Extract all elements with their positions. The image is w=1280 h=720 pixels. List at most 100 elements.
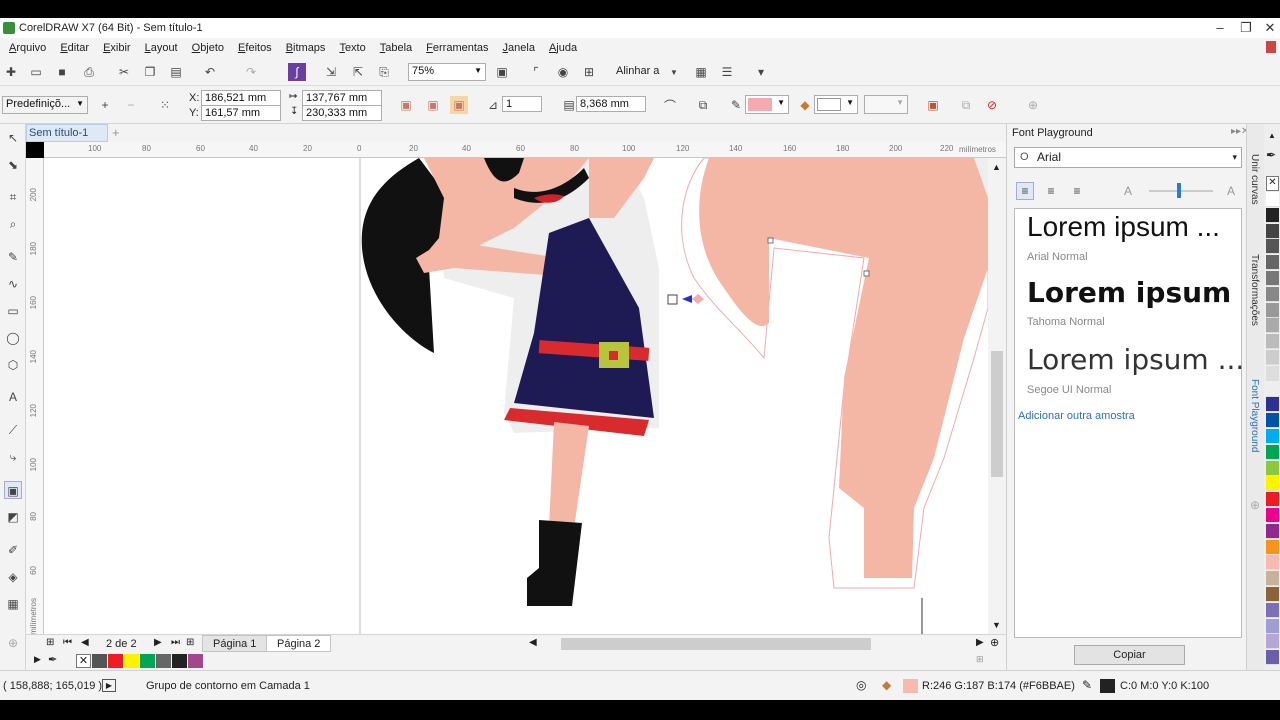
copy-button[interactable]: Copiar xyxy=(1074,645,1185,665)
export-icon[interactable]: ⇱ xyxy=(349,63,367,81)
menu-editar[interactable]: Editar xyxy=(53,42,96,54)
crop-tool-icon[interactable]: ⌗ xyxy=(4,188,22,206)
color-swatch[interactable] xyxy=(1266,318,1279,334)
horizontal-ruler[interactable]: 100 80 60 40 20 0 20 40 60 80 100 120 14… xyxy=(44,142,1006,158)
color-swatch[interactable] xyxy=(1266,508,1279,523)
publish-pdf-icon[interactable]: ⎘ xyxy=(375,63,393,81)
contour-steps-field[interactable]: 1 xyxy=(502,96,542,112)
horizontal-scroll-thumb[interactable] xyxy=(561,638,871,650)
fill-bucket-icon[interactable]: ◆ xyxy=(882,678,891,692)
paragraph-view-icon[interactable]: ≡ xyxy=(1042,182,1060,200)
color-swatch[interactable] xyxy=(1266,460,1279,476)
smart-fill-icon[interactable]: ▦ xyxy=(4,595,22,613)
scroll-up-icon[interactable]: ▲ xyxy=(992,162,1001,172)
color-swatch[interactable] xyxy=(1266,350,1279,365)
color-swatch[interactable] xyxy=(156,654,171,668)
scroll-left-icon[interactable]: ◀ xyxy=(529,637,537,648)
menu-arquivo[interactable]: Arquivo xyxy=(2,42,53,54)
import-icon[interactable]: ⇲ xyxy=(322,63,340,81)
color-swatch[interactable] xyxy=(1266,207,1279,223)
previous-page-icon[interactable]: ◀ xyxy=(81,637,89,648)
close-button[interactable]: ✕ xyxy=(1258,18,1280,38)
font-select[interactable]: O Arial ▾ xyxy=(1014,147,1242,168)
color-swatch[interactable] xyxy=(1266,650,1279,666)
color-swatch[interactable] xyxy=(124,654,139,668)
color-swatch[interactable] xyxy=(1266,587,1279,602)
single-line-view-icon[interactable]: ≡ xyxy=(1016,182,1034,200)
last-page-icon[interactable]: ⏭ xyxy=(171,637,180,648)
color-swatch[interactable] xyxy=(1266,634,1279,650)
menu-efeitos[interactable]: Efeitos xyxy=(231,42,279,54)
color-swatch[interactable] xyxy=(1266,476,1279,492)
menu-texto[interactable]: Texto xyxy=(332,42,372,54)
inside-contour-icon[interactable]: ▣ xyxy=(424,96,442,114)
palette-scroll-icon[interactable]: ⊞ xyxy=(976,654,984,665)
page-tab-1[interactable]: Página 1 xyxy=(202,635,268,652)
transparency-tool-icon[interactable]: ◩ xyxy=(4,508,22,526)
copy-contour-icon[interactable]: ▣ xyxy=(924,96,942,114)
menu-tabela[interactable]: Tabela xyxy=(373,42,419,54)
color-swatch[interactable] xyxy=(1266,618,1279,634)
cut-icon[interactable]: ✂ xyxy=(115,63,133,81)
tab-font-playground[interactable]: Font Playground xyxy=(1249,379,1260,452)
color-swatch[interactable] xyxy=(1266,397,1279,413)
remove-preset-icon[interactable]: − xyxy=(122,96,140,114)
color-swatch[interactable] xyxy=(1266,192,1279,207)
menu-ajuda[interactable]: Ajuda xyxy=(542,42,584,54)
contour-acceleration-icon[interactable]: ⧉ xyxy=(694,96,712,114)
outline-pen-icon[interactable]: ✎ xyxy=(1082,678,1092,692)
parallel-dimension-icon[interactable]: ⟋ xyxy=(4,421,22,439)
align-to-label[interactable]: Alinhar a xyxy=(616,65,659,77)
text-tool-icon[interactable]: A xyxy=(4,388,22,406)
object-properties-icon[interactable]: ⧉ xyxy=(957,96,975,114)
connector-tool-icon[interactable]: ⤷ xyxy=(4,448,22,466)
contour-to-center-icon[interactable]: ▣ xyxy=(397,96,415,114)
color-swatch[interactable] xyxy=(1266,492,1279,508)
user-icon[interactable] xyxy=(1266,41,1276,53)
zoom-in-text-icon[interactable]: A xyxy=(1222,182,1240,200)
vertical-ruler[interactable]: 200 180 160 140 120 100 80 60 milímetros xyxy=(26,158,44,635)
artistic-media-icon[interactable]: ∿ xyxy=(4,275,22,293)
preset-select[interactable]: Predefiniçõ... ▼ xyxy=(2,96,88,114)
customize-icon[interactable]: ▾ xyxy=(752,63,770,81)
color-swatch[interactable] xyxy=(1266,539,1279,555)
color-swatch[interactable] xyxy=(1266,571,1279,587)
options-icon[interactable]: ☰ xyxy=(718,63,736,81)
color-swatch[interactable] xyxy=(1266,523,1279,539)
color-swatch[interactable] xyxy=(1266,381,1279,397)
new-document-icon[interactable]: ✚ xyxy=(2,63,20,81)
color-swatch[interactable] xyxy=(172,654,187,668)
palette-expand-icon[interactable]: ▶ xyxy=(34,654,41,665)
freehand-tool-icon[interactable]: ✎ xyxy=(4,248,22,266)
menu-janela[interactable]: Janela xyxy=(496,42,542,54)
corner-type-icon[interactable]: ⌒ xyxy=(661,96,679,114)
color-swatch[interactable] xyxy=(1266,271,1279,286)
zoom-out-text-icon[interactable]: A xyxy=(1119,182,1137,200)
outside-contour-icon[interactable]: ▣ xyxy=(450,96,468,114)
color-swatch[interactable] xyxy=(1266,286,1279,302)
zoom-navigator-icon[interactable]: ⊕ xyxy=(990,636,999,649)
open-icon[interactable]: ▭ xyxy=(27,63,45,81)
color-swatch[interactable] xyxy=(92,654,107,668)
palette-eyedropper-icon[interactable]: ✒ xyxy=(1266,148,1276,162)
color-swatch[interactable] xyxy=(1266,413,1279,429)
show-grid-icon[interactable]: ◉ xyxy=(554,63,572,81)
color-swatch[interactable] xyxy=(1266,602,1279,618)
color-swatch[interactable] xyxy=(1266,444,1279,460)
menu-ferramentas[interactable]: Ferramentas xyxy=(419,42,495,54)
y-position-field[interactable]: 161,57 mm xyxy=(201,105,281,121)
color-swatch[interactable] xyxy=(108,654,123,668)
zoom-level-select[interactable]: 75% ▼ xyxy=(408,63,486,81)
height-field[interactable]: 230,333 mm xyxy=(302,105,382,121)
undo-icon[interactable]: ↶ xyxy=(201,63,219,81)
rectangle-tool-icon[interactable]: ▭ xyxy=(4,302,22,320)
zoom-tool-icon[interactable]: ⌕ xyxy=(4,215,22,233)
vertical-scrollbar[interactable]: ▲ ▼ xyxy=(988,158,1006,634)
save-icon[interactable]: ■ xyxy=(53,63,71,81)
tab-unir-curvas[interactable]: Unir curvas xyxy=(1249,154,1260,205)
palette-up-icon[interactable]: ▲ xyxy=(1268,131,1276,140)
menu-objeto[interactable]: Objeto xyxy=(185,42,231,54)
scroll-down-icon[interactable]: ▼ xyxy=(992,620,1001,630)
color-swatch[interactable] xyxy=(1266,365,1279,381)
copy-icon[interactable]: ❐ xyxy=(141,63,159,81)
